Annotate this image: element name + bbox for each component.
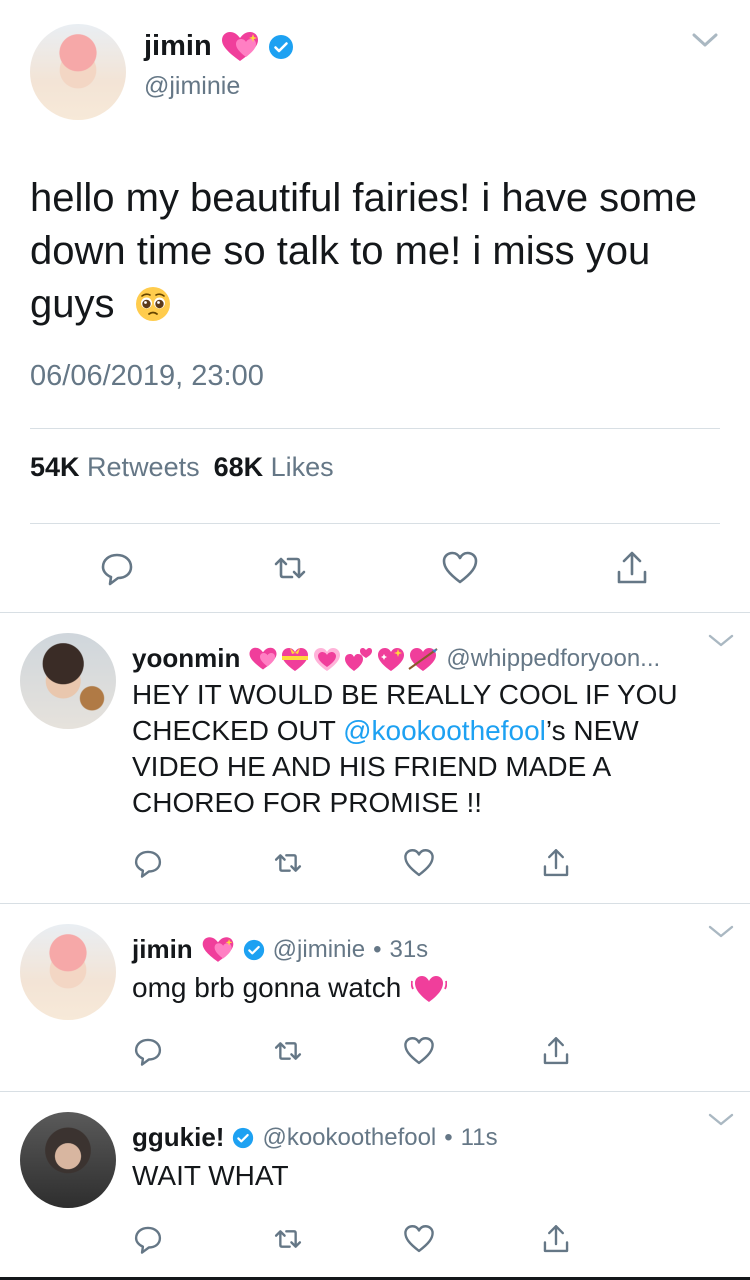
tweet-text-content: hello my beautiful fairies! i have some …	[30, 176, 697, 326]
heart-icon[interactable]	[402, 1034, 436, 1068]
chevron-down-icon[interactable]	[708, 924, 734, 940]
reply-icon[interactable]	[131, 1034, 165, 1068]
sparkling-heart-icon	[378, 647, 405, 671]
divider	[30, 428, 720, 429]
pleading-face-icon	[134, 285, 172, 323]
mention-link[interactable]: @kookoothefool	[343, 715, 546, 746]
tweet-timestamp[interactable]: 06/06/2019, 23:00	[30, 360, 264, 393]
reply-icon[interactable]	[97, 548, 137, 588]
avatar[interactable]	[20, 633, 116, 729]
share-icon[interactable]	[539, 846, 573, 880]
reply-author-handle[interactable]: @whippedforyoon...	[446, 645, 660, 673]
heart-icon[interactable]	[402, 1222, 436, 1256]
likes-stat[interactable]: 68K Likes	[214, 452, 334, 483]
retweet-icon[interactable]	[271, 846, 305, 880]
sparkling-heart-icon	[202, 936, 233, 962]
retweet-icon[interactable]	[270, 548, 310, 588]
two-hearts-icon	[345, 647, 373, 671]
chevron-down-icon[interactable]	[708, 633, 734, 649]
heart-icon[interactable]	[402, 846, 436, 880]
reply-text-content: omg brb gonna watch	[132, 972, 402, 1003]
reply-author-name[interactable]: ggukie!	[132, 1122, 224, 1153]
retweets-count: 54K	[30, 452, 80, 482]
chevron-down-icon[interactable]	[708, 1112, 734, 1128]
likes-count: 68K	[213, 452, 264, 482]
divider	[30, 523, 720, 524]
chevron-down-icon[interactable]	[692, 30, 718, 50]
reply-time[interactable]: 11s	[461, 1124, 498, 1152]
reply-header: yoonmin @whippedforyoon...	[132, 643, 660, 674]
main-tweet: jimin @jiminie hello my beautiful fairie…	[0, 0, 750, 612]
reply-author-name[interactable]: yoonmin	[132, 643, 240, 674]
dot-separator: •	[444, 1123, 453, 1151]
sparkling-heart-icon	[220, 31, 260, 63]
reply-actions	[0, 846, 750, 882]
author-name-row: jimin	[144, 30, 294, 63]
heart-icon[interactable]	[440, 548, 480, 588]
name-emojis	[248, 645, 438, 673]
reply-header: ggukie! @kookoothefool • 11s	[132, 1122, 498, 1153]
reply-text: WAIT WHAT	[132, 1158, 722, 1194]
avatar[interactable]	[30, 24, 126, 120]
retweets-label: Retweets	[87, 452, 200, 482]
tweet-text: hello my beautiful fairies! i have some …	[30, 172, 730, 331]
sparkling-heart-icon	[249, 647, 277, 669]
verified-badge-icon	[243, 939, 264, 960]
verified-badge-icon	[233, 1127, 254, 1148]
reply-author-name[interactable]: jimin	[132, 934, 193, 965]
heart-with-arrow-icon	[408, 647, 438, 671]
avatar[interactable]	[20, 1112, 116, 1208]
reply-icon[interactable]	[131, 1222, 165, 1256]
retweets-stat[interactable]: 54K Retweets	[30, 452, 200, 483]
tweet-stats: 54K Retweets 68K Likes	[30, 452, 334, 483]
retweet-icon[interactable]	[271, 1222, 305, 1256]
growing-heart-icon	[314, 647, 341, 671]
beating-heart-icon	[411, 976, 448, 1002]
reply-text: omg brb gonna watch	[132, 970, 722, 1006]
reply-header: jimin @jiminie • 31s	[132, 934, 428, 965]
avatar[interactable]	[20, 924, 116, 1020]
author-handle[interactable]: @jiminie	[144, 72, 240, 101]
reply-author-handle[interactable]: @jiminie	[273, 936, 365, 964]
verified-badge-icon	[268, 34, 294, 60]
reply-icon[interactable]	[131, 846, 165, 880]
reply-tweet[interactable]: yoonmin @whippedforyoon... HEY IT WOULD …	[0, 613, 750, 903]
reply-author-handle[interactable]: @kookoothefool	[262, 1124, 436, 1152]
reply-actions	[0, 1034, 750, 1070]
heart-with-ribbon-icon	[282, 647, 309, 671]
reply-tweet[interactable]: ggukie! @kookoothefool • 11s WAIT WHAT	[0, 1092, 750, 1280]
reply-text-content: WAIT WHAT	[132, 1160, 289, 1191]
tweet-actions	[0, 548, 750, 592]
reply-time[interactable]: 31s	[389, 936, 428, 964]
retweet-icon[interactable]	[271, 1034, 305, 1068]
dot-separator: •	[373, 935, 382, 963]
reply-text: HEY IT WOULD BE REALLY COOL IF YOU CHECK…	[132, 677, 722, 821]
author-name[interactable]: jimin	[144, 30, 212, 63]
share-icon[interactable]	[539, 1034, 573, 1068]
share-icon[interactable]	[539, 1222, 573, 1256]
reply-tweet[interactable]: jimin @jiminie • 31s omg brb gonna watch	[0, 904, 750, 1091]
likes-label: Likes	[270, 452, 334, 482]
reply-actions	[0, 1222, 750, 1258]
share-icon[interactable]	[612, 548, 652, 588]
